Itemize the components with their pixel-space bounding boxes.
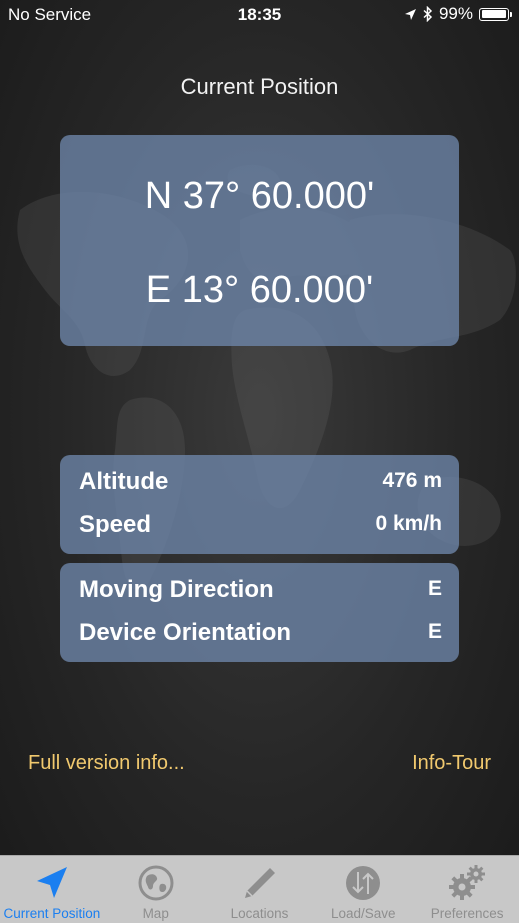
moving-direction-row: Moving Direction E — [79, 576, 442, 606]
status-bar: No Service 18:35 99% — [0, 0, 519, 30]
globe-icon — [138, 865, 174, 901]
full-version-info-link[interactable]: Full version info... — [28, 752, 185, 775]
altitude-label: Altitude — [79, 468, 169, 495]
moving-direction-value: E — [427, 577, 442, 600]
moving-direction-label: Moving Direction — [79, 576, 274, 603]
device-orientation-label: Device Orientation — [79, 619, 292, 646]
battery-percent: 99% — [438, 4, 473, 23]
altitude-row: Altitude 476 m — [79, 468, 442, 498]
device-orientation-value: E — [427, 620, 442, 643]
motion-card: Altitude 476 m Speed 0 km/h — [60, 455, 459, 554]
direction-card: Moving Direction E Device Orientation E — [60, 563, 459, 662]
tab-locations[interactable]: Locations — [208, 856, 312, 923]
tab-current-position[interactable]: Current Position — [0, 856, 104, 923]
altitude-value: 476 m — [382, 469, 442, 492]
speed-row: Speed 0 km/h — [79, 511, 442, 541]
info-tour-link[interactable]: Info-Tour — [412, 752, 491, 775]
tab-bar: Current Position Map Locations Load/Save… — [0, 855, 519, 923]
tab-preferences[interactable]: Preferences — [415, 856, 519, 923]
status-indicators: 99% — [404, 4, 512, 24]
device-orientation-row: Device Orientation E — [79, 619, 442, 649]
longitude-value: E 13° 60.000' — [145, 269, 374, 311]
speed-value: 0 km/h — [375, 512, 442, 535]
tab-label: Locations — [230, 906, 289, 921]
tab-label: Load/Save — [331, 906, 396, 921]
battery-level-fill — [481, 10, 507, 18]
load-save-icon — [346, 866, 381, 900]
coordinates-card: N 37° 60.000' E 13° 60.000' — [60, 135, 459, 346]
bluetooth-icon — [423, 6, 433, 22]
location-services-icon — [404, 8, 416, 20]
location-arrow-icon — [36, 867, 67, 898]
gears-icon — [449, 865, 486, 900]
tab-map[interactable]: Map — [104, 856, 208, 923]
speed-label: Speed — [79, 511, 152, 538]
tab-label: Current Position — [3, 906, 101, 921]
tab-load-save[interactable]: Load/Save — [311, 856, 415, 923]
latitude-value: N 37° 60.000' — [144, 175, 375, 217]
pencil-icon — [245, 868, 276, 898]
tab-label: Map — [142, 906, 169, 921]
app-screen: No Service 18:35 99% Current Position N … — [0, 0, 519, 923]
battery-icon — [479, 7, 512, 21]
tab-label: Preferences — [430, 906, 504, 921]
page-title: Current Position — [180, 74, 339, 99]
